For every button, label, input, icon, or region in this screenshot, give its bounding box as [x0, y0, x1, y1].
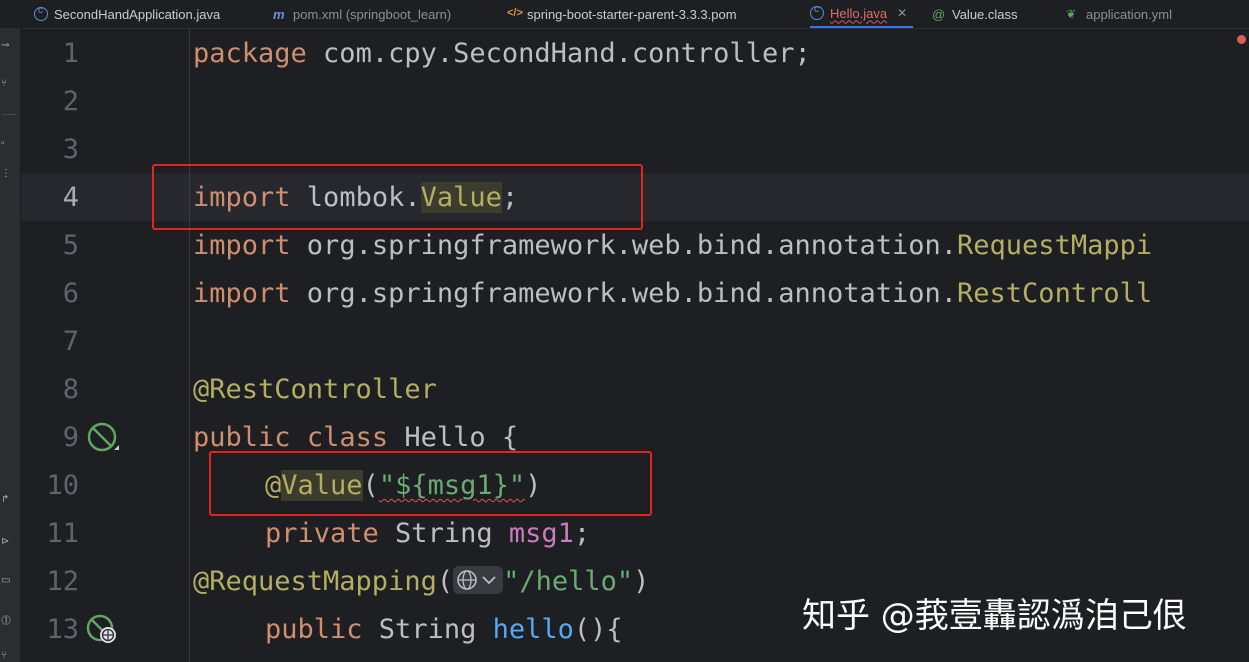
indent-guide — [189, 28, 190, 662]
code-text: String — [378, 518, 509, 549]
line-number: 7 — [62, 326, 79, 357]
commit-icon[interactable]: ⊸ — [1, 40, 13, 52]
line-number: 8 — [62, 374, 79, 405]
services-icon[interactable]: ⊳ — [1, 536, 13, 548]
class-icon — [810, 4, 824, 20]
xml-icon: </> — [507, 7, 523, 19]
code-line-11: private String msg1; — [265, 518, 590, 549]
line-number: 4 — [62, 182, 79, 213]
tab-value-class[interactable]: @ Value.class — [932, 0, 1018, 28]
code-text: ) — [633, 566, 650, 597]
code-line-12: @RequestMapping( "/hello") — [193, 565, 650, 597]
keyword: class — [306, 422, 389, 453]
code-line-1: package com.cpy.SecondHand.controller; — [193, 38, 811, 69]
watermark: 知乎 @莪壹轟認潙洎己佷 — [802, 596, 1187, 636]
method-name: hello — [492, 614, 574, 645]
annotation-box-value — [209, 451, 652, 516]
tab-label: spring-boot-starter-parent-3.3.3.pom — [527, 6, 737, 22]
tab-label: Value.class — [952, 6, 1018, 22]
problems-icon[interactable]: ⓵ — [1, 616, 13, 628]
keyword: package — [193, 38, 307, 69]
globe-icon — [457, 569, 496, 590]
keyword: import — [193, 230, 291, 261]
string-literal: "/hello" — [503, 566, 634, 597]
tab-application-yml[interactable]: ❦ application.yml — [1066, 0, 1172, 28]
code-line-8: @RestController — [193, 374, 437, 405]
code-text: ( — [436, 566, 454, 597]
code-text: (){ — [573, 614, 623, 645]
tab-label: pom.xml (springboot_learn) — [293, 6, 452, 22]
spring-leaf-icon: ❦ — [1066, 7, 1077, 21]
keyword: public — [265, 614, 363, 645]
annotation-icon: @ — [932, 7, 946, 22]
tab-secondhandapplication[interactable]: SecondHandApplication.java — [34, 0, 220, 28]
code-text: ; — [573, 518, 591, 549]
code-line-13: public String hello(){ — [265, 614, 623, 645]
line-number: 10 — [46, 470, 79, 501]
keyword: public — [193, 422, 291, 453]
git-icon[interactable]: ⑂ — [1, 650, 13, 662]
url-inlay-hint[interactable] — [453, 565, 504, 594]
line-number: 5 — [62, 230, 79, 261]
code-line-6: import org.springframework.web.bind.anno… — [193, 278, 1152, 309]
code-line-5: import org.springframework.web.bind.anno… — [193, 230, 1152, 261]
line-number: 9 — [62, 422, 79, 453]
line-number: 12 — [46, 566, 79, 597]
code-text: com.cpy.SecondHand.controller; — [306, 38, 811, 69]
run-icon[interactable]: ↱ — [1, 494, 13, 506]
spring-bean-icon[interactable] — [85, 420, 121, 456]
keyword: import — [193, 278, 291, 309]
pull-requests-icon[interactable]: ⑂ — [1, 78, 13, 90]
code-text: org.springframework.web.bind.annotation. — [290, 278, 958, 309]
close-icon[interactable]: ✕ — [897, 6, 907, 20]
class-reference: RequestMappi — [957, 230, 1153, 261]
divider — [2, 114, 16, 115]
web-endpoint-icon[interactable] — [85, 613, 121, 649]
tab-label: application.yml — [1086, 6, 1172, 22]
error-indicator-icon[interactable] — [1237, 35, 1246, 44]
keyword: private — [265, 518, 379, 549]
tab-label: Hello.java — [830, 5, 888, 21]
tab-hello-java[interactable]: Hello.java ✕ — [810, 0, 914, 28]
line-number: 3 — [62, 134, 79, 165]
tab-pom-xml[interactable]: m pom.xml (springboot_learn) — [273, 0, 451, 28]
line-number-gutter: 1 2 3 4 5 6 7 8 9 10 11 12 13 — [21, 28, 141, 662]
structure-icon[interactable]: ▫ — [1, 138, 13, 150]
line-number: 1 — [62, 38, 79, 69]
tab-spring-boot-starter-parent[interactable]: </> spring-boot-starter-parent-3.3.3.pom — [507, 0, 737, 28]
field-name: msg1 — [508, 518, 574, 549]
line-number: 11 — [46, 518, 79, 549]
class-icon — [34, 5, 48, 21]
annotation-box-import — [152, 164, 643, 230]
line-number: 2 — [62, 86, 79, 117]
code-editor[interactable]: package com.cpy.SecondHand.controller; i… — [193, 28, 1249, 662]
code-text: String — [362, 614, 493, 645]
code-line-9: public class Hello { — [193, 422, 518, 453]
tool-window-strip: ⊸ ⑂ ▫ ⋮ ↱ ⊳ ▭ ⓵ ⑂ — [0, 28, 21, 662]
annotation: @RequestMapping — [193, 566, 437, 597]
code-text: Hello { — [388, 422, 519, 453]
editor-tab-bar: SecondHandApplication.java m pom.xml (sp… — [0, 0, 1249, 29]
terminal-icon[interactable]: ▭ — [1, 575, 13, 587]
maven-icon: m — [273, 7, 285, 22]
code-text: org.springframework.web.bind.annotation. — [290, 230, 958, 261]
class-reference: RestControll — [957, 278, 1153, 309]
more-icon[interactable]: ⋮ — [1, 168, 13, 180]
annotation: @RestController — [193, 374, 437, 405]
line-number: 13 — [46, 614, 79, 645]
tab-label: SecondHandApplication.java — [54, 6, 221, 22]
line-number: 6 — [62, 278, 79, 309]
